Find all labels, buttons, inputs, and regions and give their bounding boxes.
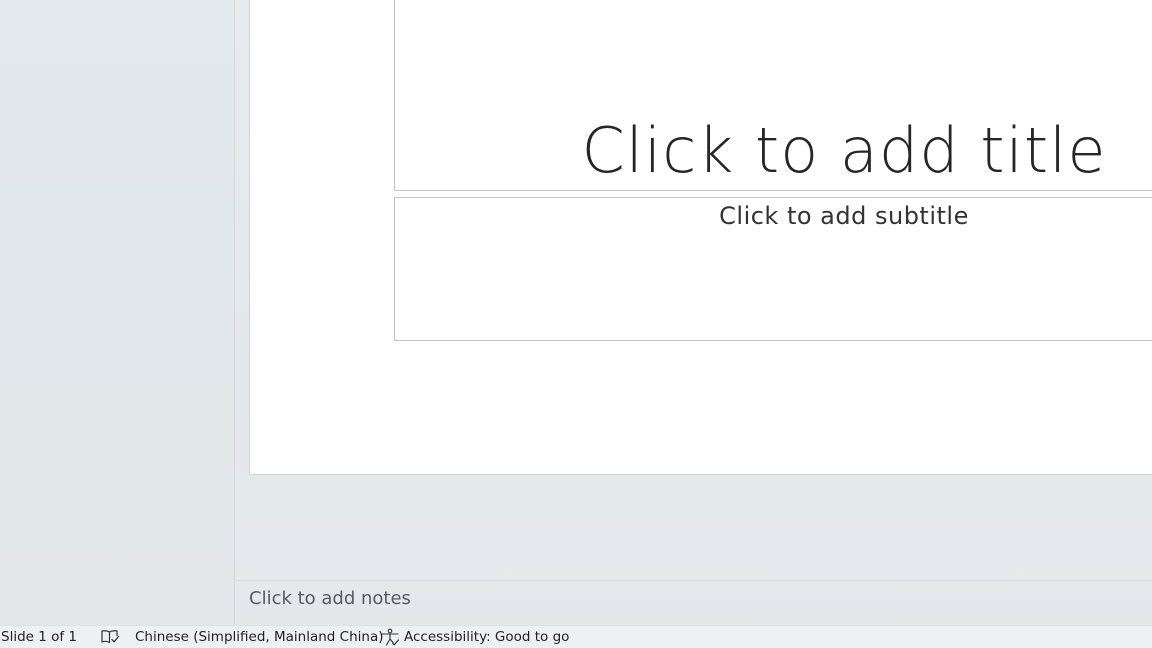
title-placeholder-text: Click to add title [581,114,1107,187]
accessibility-status-label: Accessibility: Good to go [404,629,570,645]
powerpoint-window: Click to add title Click to add subtitle… [0,0,1152,648]
title-placeholder[interactable]: Click to add title [394,0,1152,191]
language-indicator[interactable]: Chinese (Simplified, Mainland China) [130,626,384,648]
subtitle-placeholder[interactable]: Click to add subtitle [394,197,1152,341]
slide-editor-area: Click to add title Click to add subtitle [236,0,1152,580]
notes-placeholder-text: Click to add notes [249,588,411,609]
slide-counter[interactable]: Slide 1 of 1 [0,626,90,648]
accessibility-checker-button[interactable]: Accessibility: Good to go [380,626,569,648]
notes-pane[interactable]: Click to add notes [236,580,1152,625]
slide-thumbnail-pane[interactable] [0,0,235,625]
book-check-icon [100,629,120,645]
subtitle-placeholder-text: Click to add subtitle [719,202,969,230]
slide-counter-label: Slide 1 of 1 [1,629,78,645]
proofing-button[interactable] [90,626,130,648]
status-bar: Slide 1 of 1 Chinese (Simplified, Mainla… [0,625,1152,648]
accessibility-person-icon [380,628,400,646]
slide-canvas[interactable]: Click to add title Click to add subtitle [249,0,1152,475]
language-label: Chinese (Simplified, Mainland China) [135,629,384,645]
